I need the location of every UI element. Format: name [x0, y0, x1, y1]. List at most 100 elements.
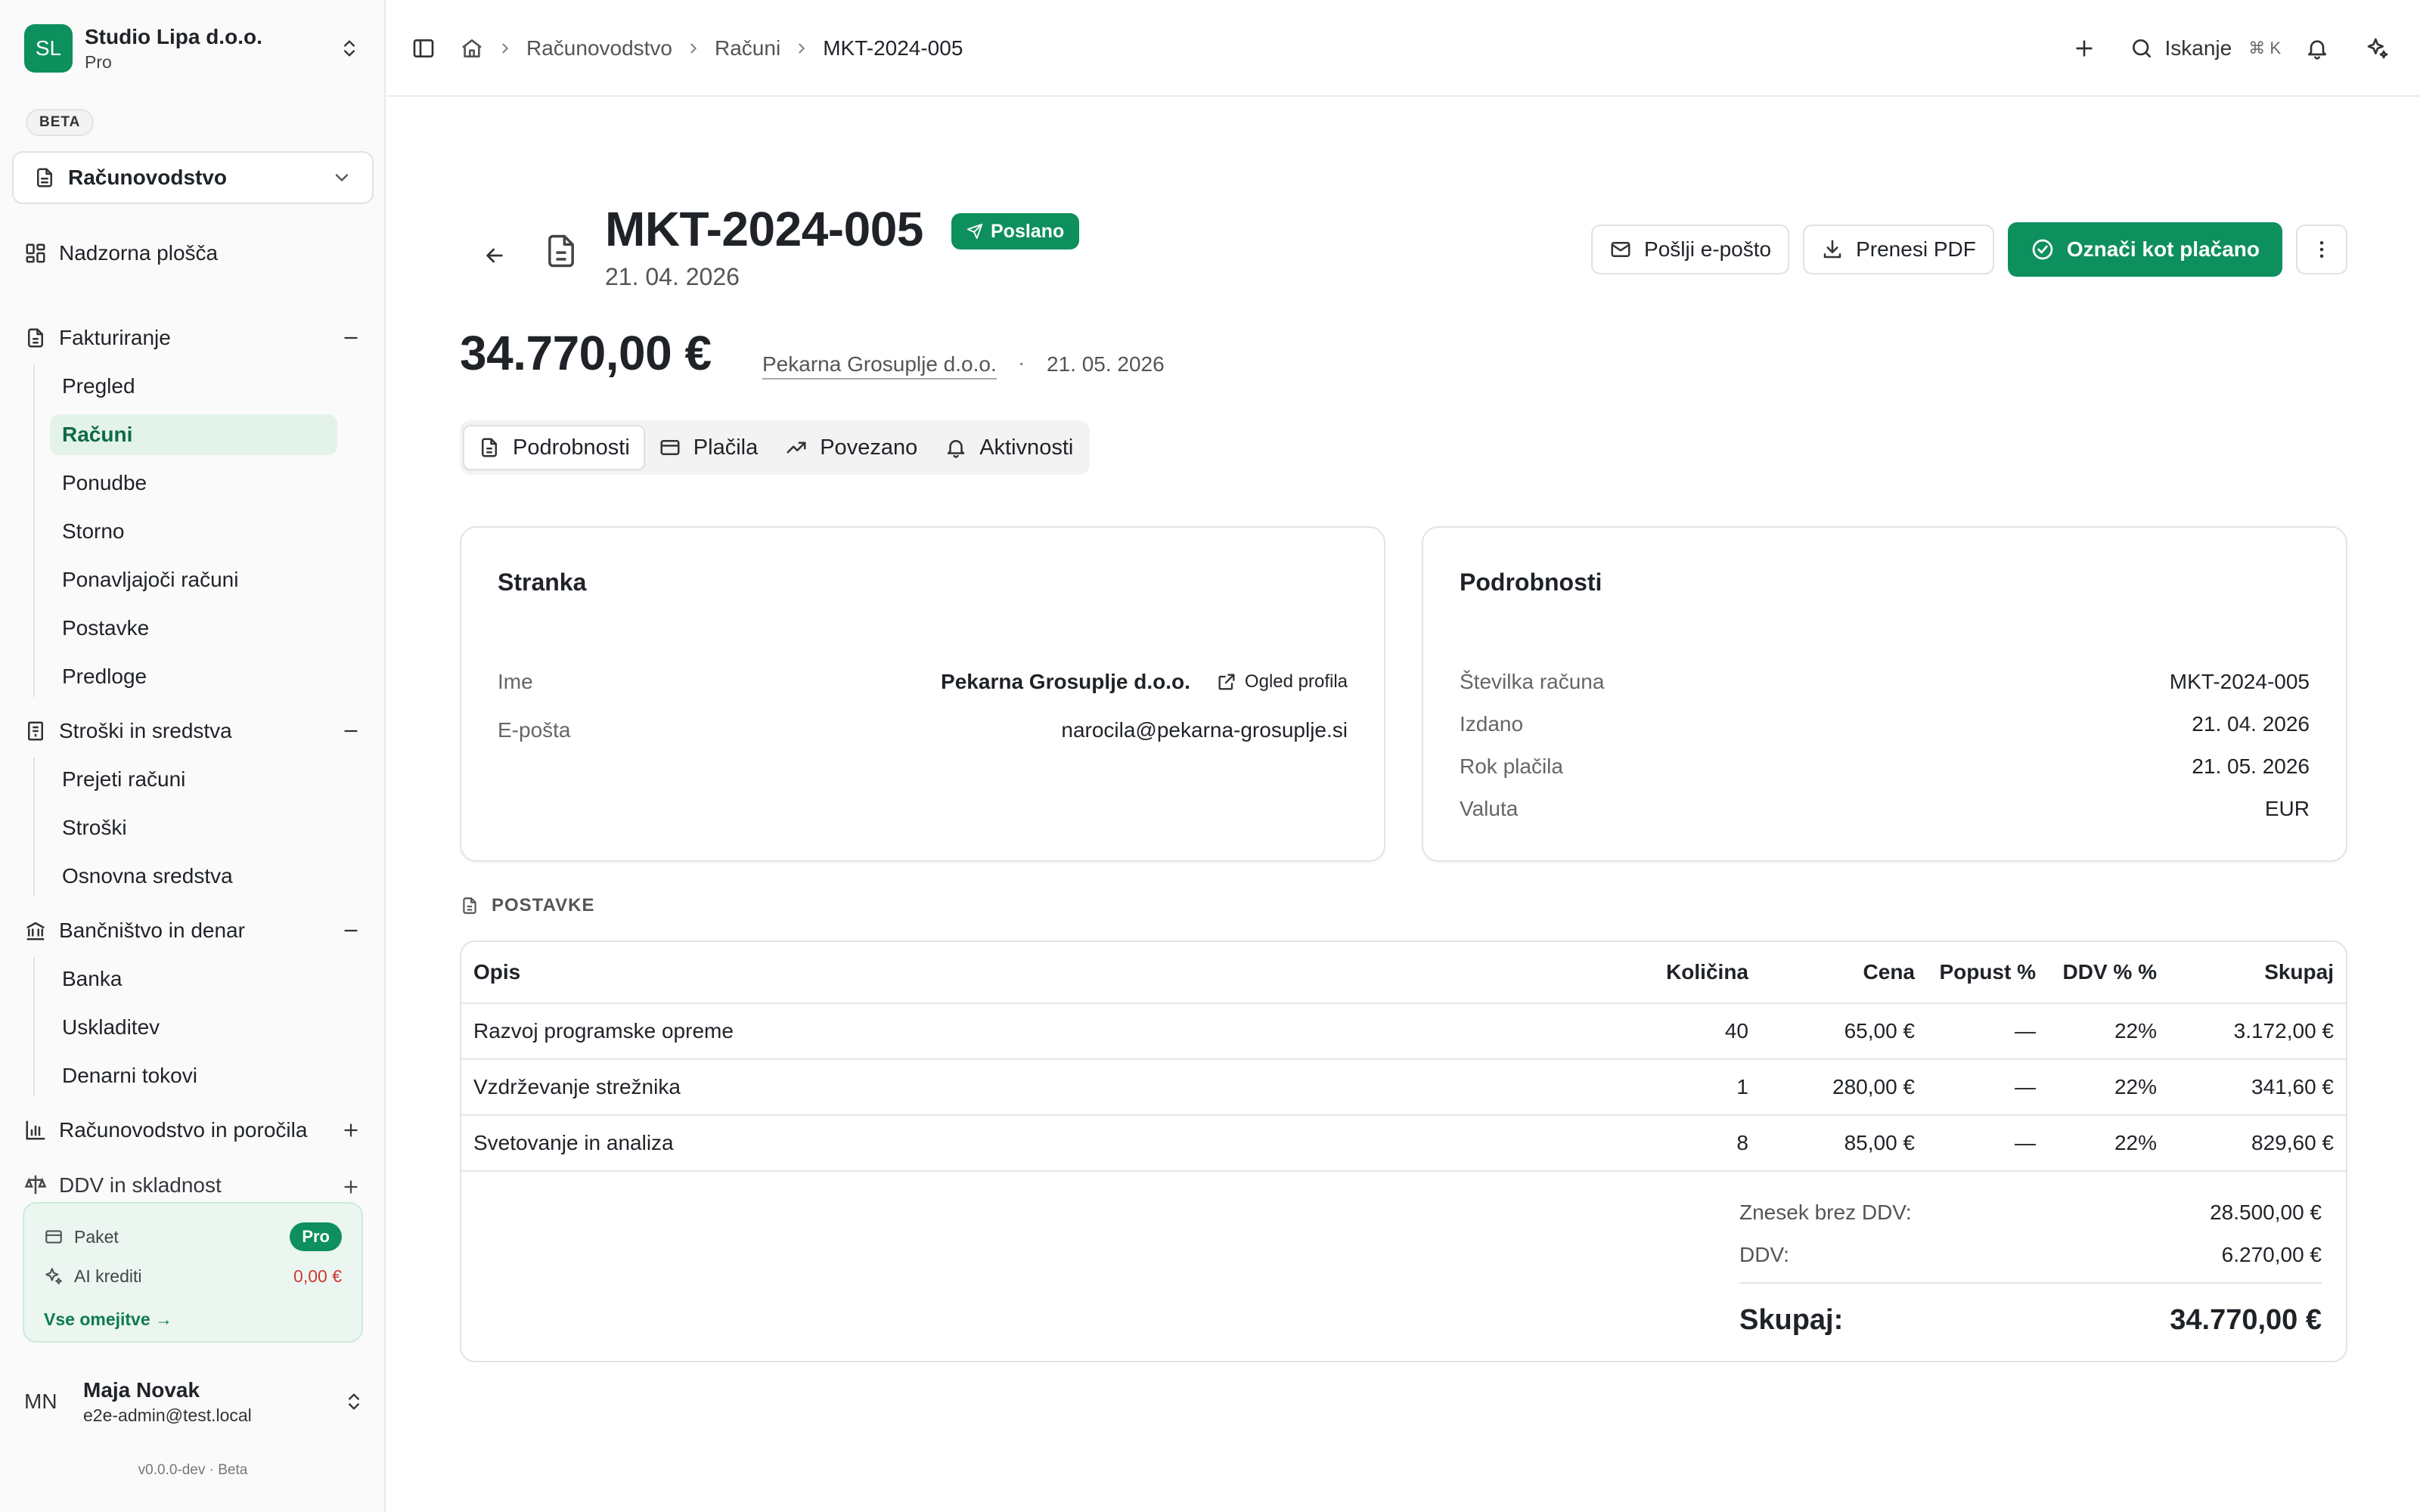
item-quantity: 40 — [1724, 1019, 1748, 1043]
sidebar-item-invoices[interactable]: Računi — [50, 414, 337, 455]
detail-row: Izdano 21. 04. 2026 — [1460, 709, 2310, 739]
total-net-value: 28.500,00 € — [2210, 1201, 2322, 1224]
chevron-down-icon — [331, 167, 352, 188]
user-avatar: MN — [24, 1390, 57, 1413]
total-net-row: Znesek brez DDV: 28.500,00 € — [1739, 1198, 2322, 1228]
tab-related[interactable]: Povezano — [771, 425, 931, 470]
item-discount: — — [2015, 1131, 2036, 1154]
chevron-right-icon — [793, 39, 811, 57]
customer-link[interactable]: Pekarna Grosuplje d.o.o. — [762, 352, 997, 380]
sidebar-item-bank[interactable]: Banka — [50, 959, 337, 999]
nav-group-banking[interactable]: Bančništvo in denar — [24, 912, 365, 950]
customer-email-value: narocila@pekarna-grosuplje.si — [1061, 718, 1348, 742]
top-bar-actions: Iskanje ⌘ K — [2072, 27, 2390, 70]
nav-group-label: Fakturiranje — [59, 326, 171, 349]
user-menu[interactable]: MN Maja Novak e2e-admin@test.local — [24, 1371, 365, 1432]
plus-icon[interactable] — [2072, 36, 2096, 60]
view-profile-link[interactable]: Ogled profila — [1216, 671, 1348, 692]
search-shortcut: ⌘ K — [2248, 39, 2281, 57]
table-row: Razvoj programske opreme 40 65,00 € — 22… — [461, 1004, 2346, 1060]
plus-icon[interactable] — [337, 1173, 365, 1194]
search-button[interactable]: Iskanje ⌘ K — [2130, 36, 2281, 60]
sidebar-item-cash-flow[interactable]: Denarni tokovi — [50, 1055, 337, 1096]
details-card-title: Podrobnosti — [1460, 569, 1602, 596]
org-avatar: SL — [24, 24, 73, 73]
plus-icon[interactable] — [337, 1117, 365, 1144]
external-link-icon — [1216, 671, 1237, 692]
sidebar-item-received-invoices[interactable]: Prejeti računi — [50, 759, 337, 800]
sidebar-toggle-icon[interactable] — [411, 36, 436, 60]
page-title: MKT-2024-005 — [605, 202, 923, 256]
mail-icon — [1609, 238, 1632, 261]
issue-date: 21. 04. 2026 — [605, 263, 740, 290]
all-limits-link[interactable]: Vse omejitve → — [44, 1309, 172, 1330]
tab-payments[interactable]: Plačila — [645, 425, 771, 470]
table-header: Opis Količina Cena Popust % DDV % % Skup… — [461, 942, 2346, 1004]
module-select[interactable]: Računovodstvo — [12, 151, 374, 204]
nav-group-reports[interactable]: Računovodstvo in poročila — [24, 1111, 365, 1149]
more-actions-button[interactable] — [2296, 225, 2347, 274]
minus-icon[interactable] — [337, 324, 365, 352]
customer-email-row: E-pošta narocila@pekarna-grosuplje.si — [498, 715, 1348, 745]
send-email-label: Pošlji e-pošto — [1644, 237, 1772, 261]
main-content: MKT-2024-005 Poslano 21. 04. 2026 Pošlji… — [387, 98, 2420, 1512]
nav-dashboard[interactable]: Nadzorna plošča — [24, 234, 365, 272]
tab-activity[interactable]: Aktivnosti — [931, 425, 1087, 470]
sidebar-item-reconciliation[interactable]: Uskladitev — [50, 1007, 337, 1048]
item-quantity: 1 — [1736, 1075, 1748, 1098]
home-icon[interactable] — [460, 36, 484, 60]
chevrons-up-down-icon — [343, 1391, 365, 1412]
plan-credits-value: 0,00 € — [293, 1266, 342, 1286]
minus-icon[interactable] — [337, 717, 365, 745]
beta-badge: BETA — [26, 109, 95, 136]
sidebar-item-storno[interactable]: Storno — [50, 511, 337, 552]
separator-dot: · — [1018, 351, 1025, 374]
app-version: v0.0.0-dev · Beta — [138, 1462, 248, 1478]
sidebar-item-expenses[interactable]: Stroški — [50, 807, 337, 848]
nav-group-label: Računovodstvo in poročila — [59, 1118, 308, 1142]
nav-dashboard-label: Nadzorna plošča — [59, 241, 219, 265]
detail-label: Rok plačila — [1460, 754, 1563, 778]
send-email-button[interactable]: Pošlji e-pošto — [1591, 225, 1790, 274]
detail-label: Številka računa — [1460, 670, 1605, 693]
dashboard-icon — [24, 242, 47, 265]
chevron-right-icon — [496, 39, 514, 57]
tab-details[interactable]: Podrobnosti — [463, 425, 645, 470]
tab-label: Povezano — [820, 435, 918, 460]
item-vat: 22% — [2114, 1075, 2157, 1098]
item-price: 65,00 € — [1844, 1019, 1915, 1043]
breadcrumb: Računovodstvo Računi MKT-2024-005 — [411, 30, 963, 67]
download-pdf-label: Prenesi PDF — [1856, 237, 1976, 261]
tab-label: Plačila — [693, 435, 759, 460]
breadcrumb-invoices[interactable]: Računi — [715, 36, 780, 60]
minus-icon[interactable] — [337, 917, 365, 944]
bell-icon[interactable] — [2305, 36, 2329, 60]
sidebar-item-templates[interactable]: Predloge — [50, 656, 337, 697]
tab-label: Podrobnosti — [513, 435, 630, 460]
download-pdf-button[interactable]: Prenesi PDF — [1803, 225, 1994, 274]
breadcrumb-accounting[interactable]: Računovodstvo — [526, 36, 672, 60]
item-price: 85,00 € — [1844, 1131, 1915, 1154]
column-header: Cena — [1863, 960, 1915, 984]
sidebar-item-overview[interactable]: Pregled — [50, 366, 337, 407]
sidebar-item-fixed-assets[interactable]: Osnovna sredstva — [50, 856, 337, 897]
nav-group-label: Stroški in sredstva — [59, 719, 232, 742]
invoice-actions: Pošlji e-pošto Prenesi PDF Označi kot pl… — [1578, 222, 2347, 277]
total-vat-value: 6.270,00 € — [2221, 1243, 2322, 1266]
plan-credits-label: AI krediti — [74, 1266, 142, 1286]
total-grand-value: 34.770,00 € — [2170, 1303, 2322, 1336]
download-icon — [1821, 238, 1844, 261]
sparkles-icon[interactable] — [2366, 36, 2390, 60]
nav-group-expenses[interactable]: Stroški in sredstva — [24, 712, 365, 750]
back-arrow-icon[interactable] — [470, 231, 519, 280]
nav-group-vat[interactable]: DDV in skladnost — [24, 1173, 365, 1194]
sidebar-item-items[interactable]: Postavke — [50, 608, 337, 649]
tab-label: Aktivnosti — [979, 435, 1074, 460]
sidebar-item-quotes[interactable]: Ponudbe — [50, 463, 337, 503]
sidebar-item-recurring[interactable]: Ponavljajoči računi — [50, 559, 337, 600]
nav-group-invoicing[interactable]: Fakturiranje — [24, 319, 365, 357]
table-row: Svetovanje in analiza 8 85,00 € — 22% 82… — [461, 1116, 2346, 1172]
org-switcher[interactable]: SL Studio Lipa d.o.o. Pro — [24, 23, 365, 74]
mark-paid-button[interactable]: Označi kot plačano — [2007, 222, 2282, 277]
item-discount: — — [2015, 1075, 2036, 1098]
